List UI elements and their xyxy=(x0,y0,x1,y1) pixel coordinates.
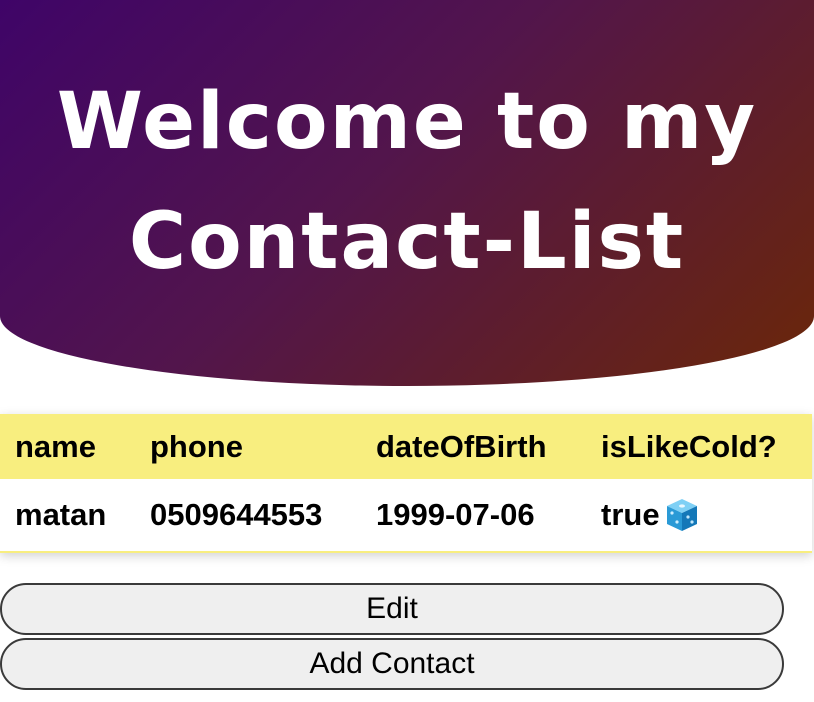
cell-date-of-birth: 1999-07-06 xyxy=(376,497,535,532)
cell-phone: 0509644553 xyxy=(150,497,323,532)
cell-name: matan xyxy=(15,497,107,532)
cell-is-like-cold: true xyxy=(586,479,812,552)
table-header-row: name phone dateOfBirth isLikeCold? xyxy=(0,414,812,479)
add-contact-button[interactable]: Add Contact xyxy=(0,638,784,690)
edit-button[interactable]: Edit xyxy=(0,583,784,635)
page-title: Welcome to my Contact-List xyxy=(56,77,758,287)
contacts-table: name phone dateOfBirth isLikeCold? matan… xyxy=(0,414,812,553)
hero-banner: Welcome to my Contact-List xyxy=(0,0,814,386)
table-row: matan 0509644553 1999-07-06 true xyxy=(0,479,812,552)
is-like-cold-value: true xyxy=(601,497,660,532)
column-header-phone: phone xyxy=(150,428,243,464)
column-header-name: name xyxy=(15,428,96,464)
column-header-date-of-birth: dateOfBirth xyxy=(376,428,547,464)
column-header-is-like-cold: isLikeCold? xyxy=(601,428,777,464)
ice-cube-icon xyxy=(664,497,700,533)
